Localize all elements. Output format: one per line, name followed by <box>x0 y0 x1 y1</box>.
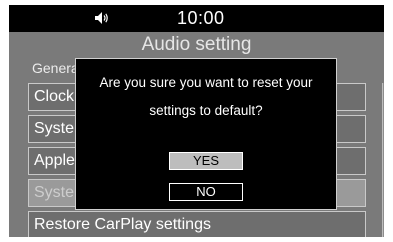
scrollbar[interactable] <box>382 83 384 237</box>
dialog-message-line-2: settings to default? <box>149 103 263 118</box>
speaker-volume-icon <box>95 12 108 24</box>
menu-item-label: Apple <box>34 152 75 169</box>
no-button[interactable]: NO <box>169 183 243 201</box>
dialog-message-line-1: Are you sure you want to reset your <box>99 75 313 90</box>
clock-time: 10:00 <box>177 8 225 28</box>
dialog-message: Are you sure you want to reset your sett… <box>76 69 336 125</box>
menu-item-label: Clock <box>34 88 75 105</box>
reset-confirm-dialog: Are you sure you want to reset your sett… <box>75 58 337 210</box>
page-title: Audio setting <box>141 34 252 55</box>
menu-item-restore-carplay[interactable]: Restore CarPlay settings <box>28 211 366 237</box>
menu-item-label: Restore CarPlay settings <box>34 216 211 233</box>
yes-button[interactable]: YES <box>169 152 243 170</box>
head-unit-screen: 10:00 Audio setting General Clock System… <box>9 5 384 237</box>
status-bar: 10:00 <box>9 5 384 32</box>
